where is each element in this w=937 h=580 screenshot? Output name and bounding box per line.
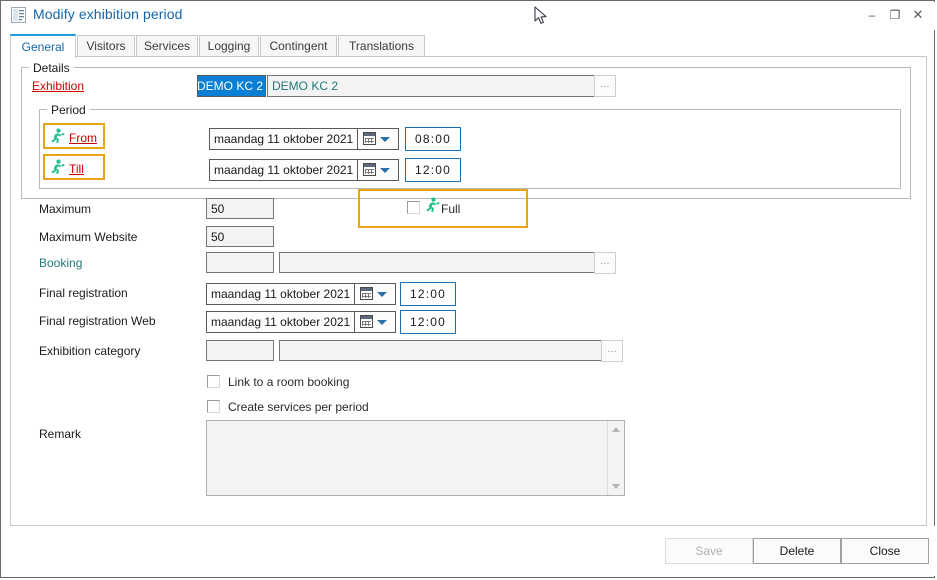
maximum-website-input[interactable]: 50 <box>206 226 274 247</box>
tab-logging[interactable]: Logging <box>199 35 259 57</box>
final-registration-time-input[interactable]: 12:00 <box>400 282 456 306</box>
calendar-icon <box>363 163 376 176</box>
dialog-footer: Save Delete Close <box>2 526 935 576</box>
exhibition-code-input[interactable]: DEMO KC 2 <box>197 75 266 97</box>
final-registration-date-dropdown[interactable] <box>354 284 395 304</box>
final-registration-web-label: Final registration Web <box>39 314 156 328</box>
from-date-picker[interactable]: maandag 11 oktober 2021 <box>209 128 399 150</box>
runner-icon <box>50 159 65 175</box>
exhibition-name-input[interactable]: DEMO KC 2 <box>267 75 595 97</box>
period-groupbox: Period <box>39 109 901 189</box>
booking-browse-button[interactable]: ... <box>594 252 616 274</box>
booking-label[interactable]: Booking <box>39 256 82 270</box>
scroll-down-icon[interactable] <box>612 484 620 489</box>
period-group-label: Period <box>47 103 90 117</box>
chevron-down-icon <box>377 320 387 325</box>
remark-scrollbar[interactable] <box>607 421 624 495</box>
full-label[interactable]: Full <box>441 202 460 216</box>
link-room-booking-checkbox[interactable] <box>207 375 220 388</box>
exhibition-label[interactable]: Exhibition <box>32 79 84 93</box>
booking-code-input[interactable] <box>206 252 274 273</box>
save-button[interactable]: Save <box>665 538 753 564</box>
exhibition-category-label: Exhibition category <box>39 344 140 358</box>
tab-services[interactable]: Services <box>136 35 198 57</box>
create-services-checkbox[interactable] <box>207 400 220 413</box>
maximum-label: Maximum <box>39 202 91 216</box>
till-date-picker[interactable]: maandag 11 oktober 2021 <box>209 159 399 181</box>
from-label[interactable]: From <box>69 131 97 145</box>
chevron-down-icon <box>380 137 390 142</box>
maximum-website-label: Maximum Website <box>39 230 137 244</box>
full-checkbox[interactable] <box>407 201 420 214</box>
calendar-icon <box>360 315 373 328</box>
details-group-label: Details <box>29 61 74 75</box>
final-registration-web-date-value: maandag 11 oktober 2021 <box>211 312 350 332</box>
calendar-icon <box>363 132 376 145</box>
maximum-input[interactable]: 50 <box>206 198 274 219</box>
runner-icon <box>50 128 65 144</box>
final-registration-date-value: maandag 11 oktober 2021 <box>211 284 350 304</box>
from-date-dropdown[interactable] <box>357 129 398 149</box>
tab-bar: General Visitors Services Logging Contin… <box>10 34 927 57</box>
tab-translations[interactable]: Translations <box>338 35 425 57</box>
close-button[interactable]: Close <box>841 538 929 564</box>
chevron-down-icon <box>377 292 387 297</box>
exhibition-browse-button[interactable]: ... <box>594 75 616 97</box>
final-registration-web-date-picker[interactable]: maandag 11 oktober 2021 <box>206 311 396 333</box>
final-registration-web-time-input[interactable]: 12:00 <box>400 310 456 334</box>
window-title: Modify exhibition period <box>33 6 182 22</box>
create-services-label[interactable]: Create services per period <box>228 400 369 414</box>
exhibition-category-browse-button[interactable]: ... <box>601 340 623 362</box>
runner-icon <box>425 197 440 213</box>
from-time-input[interactable]: 08:00 <box>405 127 461 151</box>
tab-contingent[interactable]: Contingent <box>260 35 337 57</box>
delete-button[interactable]: Delete <box>753 538 841 564</box>
exhibition-category-name-input[interactable] <box>279 340 603 361</box>
tab-visitors[interactable]: Visitors <box>77 35 135 57</box>
till-date-value: maandag 11 oktober 2021 <box>214 160 353 180</box>
booking-name-input[interactable] <box>279 252 595 273</box>
till-label[interactable]: Till <box>69 162 84 176</box>
remark-textarea[interactable] <box>206 420 625 496</box>
final-registration-date-picker[interactable]: maandag 11 oktober 2021 <box>206 283 396 305</box>
general-tab-panel: Details Exhibition DEMO KC 2 DEMO KC 2 .… <box>10 56 927 526</box>
remark-label: Remark <box>39 427 81 441</box>
scroll-up-icon[interactable] <box>612 427 620 432</box>
till-time-input[interactable]: 12:00 <box>405 158 461 182</box>
link-room-booking-label[interactable]: Link to a room booking <box>228 375 349 389</box>
tab-general[interactable]: General <box>10 34 76 58</box>
calendar-icon <box>360 287 373 300</box>
close-window-button[interactable]: ✕ <box>905 4 931 26</box>
document-properties-icon <box>11 7 26 23</box>
exhibition-category-code-input[interactable] <box>206 340 274 361</box>
modify-exhibition-period-window: Modify exhibition period – ❐ ✕ General V… <box>0 0 935 578</box>
final-registration-web-date-dropdown[interactable] <box>354 312 395 332</box>
from-date-value: maandag 11 oktober 2021 <box>214 129 353 149</box>
window-titlebar: Modify exhibition period – ❐ ✕ <box>2 2 935 30</box>
chevron-down-icon <box>380 168 390 173</box>
till-date-dropdown[interactable] <box>357 160 398 180</box>
final-registration-label: Final registration <box>39 286 128 300</box>
